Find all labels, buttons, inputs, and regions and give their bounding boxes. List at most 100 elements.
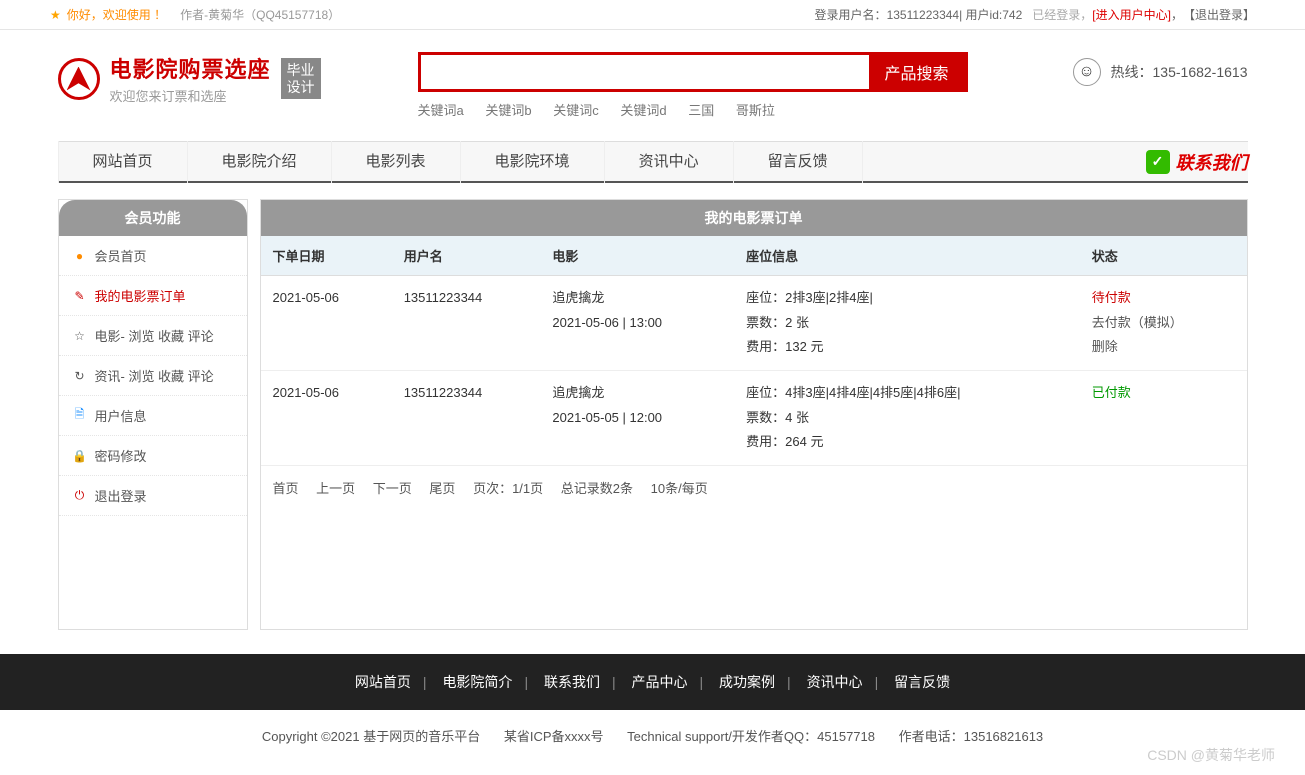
cell-status: 待付款去付款（模拟）删除	[1080, 276, 1247, 371]
footer-nav: 网站首页| 电影院简介| 联系我们| 产品中心| 成功案例| 资讯中心| 留言反…	[0, 654, 1305, 710]
keyword-link[interactable]: 关键词d	[620, 103, 666, 118]
sidebar-item-password[interactable]: 🔒 密码修改	[59, 436, 247, 476]
watermark: CSDN @黄菊华老师	[1147, 745, 1275, 765]
sidebar-item-label: 电影- 浏览 收藏 评论	[95, 326, 214, 345]
login-user-label: 登录用户名：	[815, 0, 887, 30]
keyword-link[interactable]: 关键词b	[485, 103, 531, 118]
main: 会员功能 ● 会员首页 ✎ 我的电影票订单 ☆ 电影- 浏览 收藏 评论 ↻ 资…	[58, 199, 1248, 630]
footer-link[interactable]: 资讯中心	[807, 674, 863, 690]
logo-title: 电影院购票选座	[110, 52, 271, 84]
keyword-link[interactable]: 哥斯拉	[736, 103, 775, 118]
status-badge: 已付款	[1092, 385, 1131, 400]
footer-copyright: Copyright ©2021 基于网页的音乐平台 某省ICP备xxxx号 Te…	[0, 710, 1305, 775]
page-total: 总记录数2条	[561, 481, 633, 496]
lock-icon: 🔒	[73, 449, 87, 463]
page-info: 页次：1/1页	[473, 481, 543, 496]
nav-feedback[interactable]: 留言反馈	[734, 141, 863, 183]
table-header-row: 下单日期 用户名 电影 座位信息 状态	[261, 236, 1247, 276]
footer-link[interactable]: 成功案例	[719, 674, 775, 690]
delete-link[interactable]: 删除	[1092, 335, 1235, 360]
topbar: ★ 你好，欢迎使用 ！ 作者-黄菊华（QQ45157718） 登录用户名： 13…	[0, 0, 1305, 30]
sidebar-item-logout[interactable]: ⏻ 退出登录	[59, 476, 247, 516]
cell-seat: 座位：4排3座|4排4座|4排5座|4排6座|票数：4 张费用：264 元	[734, 371, 1080, 466]
topbar-right: 登录用户名： 13511223344 | 用户id: 742 已经登录， [进入…	[815, 0, 1255, 29]
hotline-text: 热线：135-1682-1613	[1111, 62, 1248, 82]
search-keywords: 关键词a 关键词b 关键词c 关键词d 三国 哥斯拉	[418, 100, 1033, 119]
cell-seat: 座位：2排3座|2排4座|票数：2 张费用：132 元	[734, 276, 1080, 371]
power-icon: ⏻	[73, 489, 87, 503]
logo-subtitle: 欢迎您来订票和选座	[110, 86, 271, 105]
edit-icon: ✎	[73, 289, 87, 303]
sidebar-item-label: 我的电影票订单	[95, 286, 186, 305]
logged-in-text: 已经登录，	[1032, 0, 1092, 30]
table-row: 2021-05-0613511223344追虎擒龙2021-05-06 | 13…	[261, 276, 1247, 371]
sidebar-header: 会员功能	[59, 200, 247, 236]
nav-news[interactable]: 资讯中心	[605, 141, 734, 183]
pagination: 首页 上一页 下一页 尾页 页次：1/1页 总记录数2条 10条/每页	[261, 466, 1247, 509]
orders-table: 下单日期 用户名 电影 座位信息 状态 2021-05-061351122334…	[261, 236, 1247, 466]
cell-date: 2021-05-06	[261, 371, 392, 466]
keyword-link[interactable]: 关键词a	[418, 103, 464, 118]
user-id-label: | 用户id:	[959, 0, 1002, 30]
nav-home[interactable]: 网站首页	[58, 141, 188, 183]
logo-icon	[58, 58, 100, 100]
keyword-link[interactable]: 关键词c	[553, 103, 599, 118]
logo-badge: 毕业 设计	[281, 58, 321, 100]
sidebar-item-news[interactable]: ↻ 资讯- 浏览 收藏 评论	[59, 356, 247, 396]
sidebar-item-orders[interactable]: ✎ 我的电影票订单	[59, 276, 247, 316]
home-icon: ●	[73, 249, 87, 263]
login-user: 13511223344	[887, 0, 960, 30]
keyword-link[interactable]: 三国	[688, 103, 714, 118]
page-next[interactable]: 下一页	[373, 481, 412, 496]
status-badge: 待付款	[1092, 290, 1131, 305]
page-perpage: 10条/每页	[651, 481, 708, 496]
footer-link[interactable]: 留言反馈	[894, 674, 950, 690]
cell-user: 13511223344	[392, 371, 541, 466]
headset-icon: ☺	[1073, 58, 1101, 86]
search-button[interactable]: 产品搜索	[869, 55, 965, 89]
nav-environment[interactable]: 电影院环境	[461, 141, 605, 183]
sidebar-item-label: 密码修改	[95, 446, 147, 465]
footer-link[interactable]: 产品中心	[632, 674, 688, 690]
cell-date: 2021-05-06	[261, 276, 392, 371]
nav-cinema-intro[interactable]: 电影院介绍	[188, 141, 332, 183]
cell-movie: 追虎擒龙2021-05-06 | 13:00	[540, 276, 734, 371]
sidebar-item-label: 资讯- 浏览 收藏 评论	[95, 366, 214, 385]
main-nav: 网站首页 电影院介绍 电影列表 电影院环境 资讯中心 留言反馈 ✓ 联系我们	[58, 141, 1248, 183]
sidebar-item-home[interactable]: ● 会员首页	[59, 236, 247, 276]
search-input[interactable]	[421, 55, 869, 89]
sidebar-item-label: 用户信息	[95, 406, 147, 425]
content-header: 我的电影票订单	[261, 200, 1247, 236]
footer-link[interactable]: 联系我们	[544, 674, 600, 690]
cell-movie: 追虎擒龙2021-05-05 | 12:00	[540, 371, 734, 466]
sidebar: 会员功能 ● 会员首页 ✎ 我的电影票订单 ☆ 电影- 浏览 收藏 评论 ↻ 资…	[58, 199, 248, 630]
logout-link[interactable]: 【退出登录】	[1183, 0, 1255, 30]
nav-movie-list[interactable]: 电影列表	[332, 141, 461, 183]
document-icon: 🗎	[73, 409, 87, 423]
phone-icon: ✓	[1146, 150, 1170, 174]
footer-link[interactable]: 网站首页	[355, 674, 411, 690]
star-icon: ★	[50, 0, 61, 30]
author-text: 作者-黄菊华（QQ45157718）	[180, 0, 340, 30]
nav-contact[interactable]: ✓ 联系我们	[1146, 149, 1248, 175]
page-first[interactable]: 首页	[273, 481, 299, 496]
header: 电影院购票选座 欢迎您来订票和选座 毕业 设计 产品搜索 关键词a 关键词b 关…	[58, 30, 1248, 131]
page-prev[interactable]: 上一页	[316, 481, 355, 496]
page-last[interactable]: 尾页	[429, 481, 455, 496]
cell-user: 13511223344	[392, 276, 541, 371]
col-user: 用户名	[392, 236, 541, 276]
col-movie: 电影	[540, 236, 734, 276]
footer-link[interactable]: 电影院简介	[442, 674, 512, 690]
sidebar-item-label: 会员首页	[95, 246, 147, 265]
pay-link[interactable]: 去付款（模拟）	[1092, 311, 1235, 336]
topbar-left: ★ 你好，欢迎使用 ！ 作者-黄菊华（QQ45157718）	[50, 0, 340, 29]
user-id: 742	[1002, 0, 1022, 30]
star-icon: ☆	[73, 329, 87, 343]
col-seat: 座位信息	[734, 236, 1080, 276]
history-icon: ↻	[73, 369, 87, 383]
hotline-block: ☺ 热线：135-1682-1613	[1073, 58, 1248, 86]
enter-user-center-link[interactable]: [进入用户中心]	[1092, 0, 1171, 30]
sidebar-item-userinfo[interactable]: 🗎 用户信息	[59, 396, 247, 436]
col-date: 下单日期	[261, 236, 392, 276]
sidebar-item-movies[interactable]: ☆ 电影- 浏览 收藏 评论	[59, 316, 247, 356]
